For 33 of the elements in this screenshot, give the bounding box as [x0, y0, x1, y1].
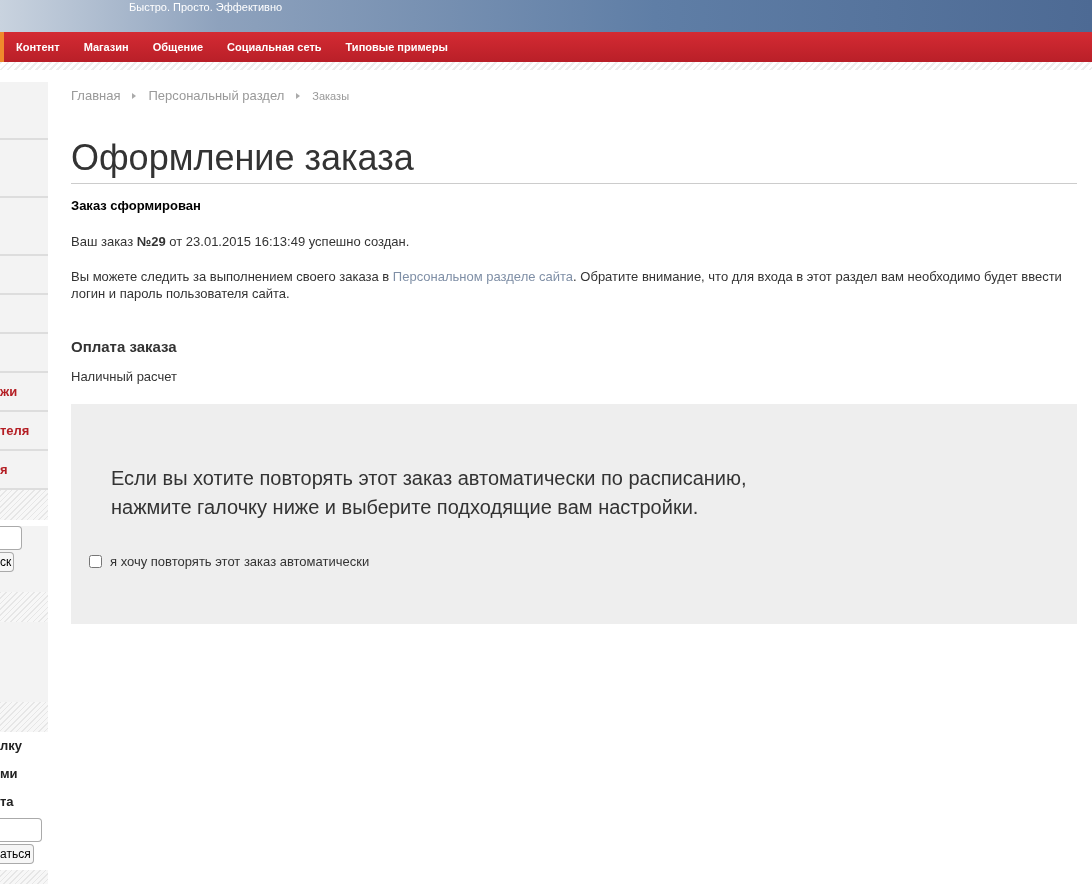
sidebar-link[interactable]: я — [0, 459, 8, 480]
sidebar-link[interactable]: жи — [0, 381, 18, 402]
sidebar-panel — [0, 295, 48, 334]
order-info-text: Ваш заказ №29 от 23.01.2015 16:13:49 успешно создан. — [71, 233, 411, 251]
breadcrumb-item[interactable]: Главная — [71, 86, 121, 106]
payment-method: Наличный расчет — [71, 367, 178, 386]
notice-text: Вы можете следить за выполнением своего заказа в Персональном разделе сайта. Обратите внимание, что для входа в этот раздел вам необходимо будет ввести логин и пароль пользователя сайта. — [71, 268, 1063, 303]
breadcrumb-item: Заказы — [312, 88, 350, 104]
order-status: Заказ сформирован — [71, 196, 202, 215]
menu-link[interactable]: Социальная сеть — [227, 38, 322, 56]
payment-heading: Оплата заказа — [71, 337, 178, 358]
breadcrumb-item[interactable]: Персональный раздел — [148, 86, 285, 106]
menu-link[interactable]: Магазин — [83, 38, 129, 56]
menu-link[interactable]: Контент — [16, 38, 60, 56]
chevron-icon — [132, 92, 137, 99]
sidebar-panel — [0, 82, 48, 140]
search-button[interactable]: ск — [0, 552, 15, 572]
menu-link[interactable]: Общение — [152, 38, 204, 56]
login-field[interactable] — [0, 818, 42, 842]
sidebar-text: ми — [0, 765, 18, 784]
repeat-checkbox[interactable] — [89, 555, 102, 569]
repeat-order-text: Если вы хотите повторять этот заказ автоматически по расписанию, нажмите галочку ниже и выберите подходящие вам настройки. — [110, 466, 748, 521]
sidebar-text: та — [0, 793, 14, 812]
login-button[interactable]: аться — [0, 844, 34, 864]
search-field[interactable] — [0, 526, 22, 550]
repeat-checkbox-label[interactable]: я хочу повторять этот заказ автоматически — [110, 552, 370, 572]
chevron-icon — [296, 92, 301, 99]
page-title: Оформление заказа — [71, 135, 1077, 184]
menu-link[interactable]: Типовые примеры — [345, 38, 448, 56]
sidebar-panel — [0, 140, 48, 198]
sidebar-text: лку — [0, 737, 22, 756]
site-slogan: Быстро. Просто. Эффективно — [129, 0, 283, 15]
sidebar-link[interactable]: теля — [0, 420, 30, 441]
